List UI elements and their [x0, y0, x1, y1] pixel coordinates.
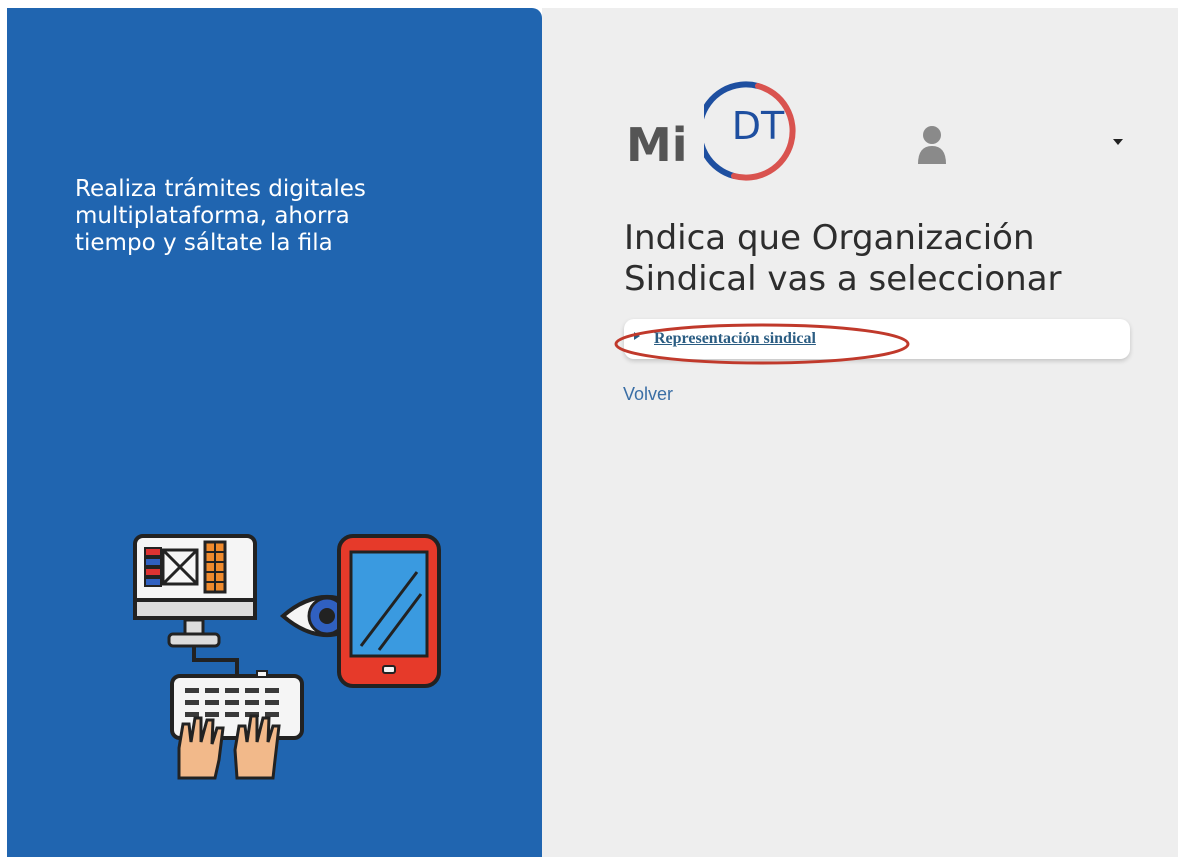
caret-down-icon[interactable] [1112, 138, 1124, 146]
back-link[interactable]: Volver [623, 384, 673, 405]
logo-mi-text: Mi [626, 118, 688, 172]
user-icon[interactable] [916, 124, 948, 166]
page: Realiza trámites digitales multiplatafor… [0, 0, 1178, 857]
logo-dt-text: DT [731, 104, 785, 148]
user-menu[interactable] [902, 118, 1132, 168]
monitor-icon [133, 534, 257, 648]
keyboard-icon [170, 670, 304, 740]
page-title: Indica que Organización Sindical vas a s… [624, 218, 1062, 299]
representacion-sindical-link[interactable]: Representación sindical [654, 330, 816, 348]
computer-tablet-eye-keyboard-illustration [117, 528, 457, 788]
main-panel: Mi DT Indica que Organización Sindical v… [542, 8, 1178, 857]
option-card-representacion-sindical[interactable]: Representación sindical [624, 319, 1130, 359]
tagline: Realiza trámites digitales multiplatafor… [75, 176, 366, 256]
left-panel: Realiza trámites digitales multiplatafor… [7, 8, 542, 857]
tablet-icon [337, 534, 441, 688]
caret-right-icon[interactable] [633, 331, 641, 341]
mi-dt-logo: Mi DT [626, 78, 816, 188]
